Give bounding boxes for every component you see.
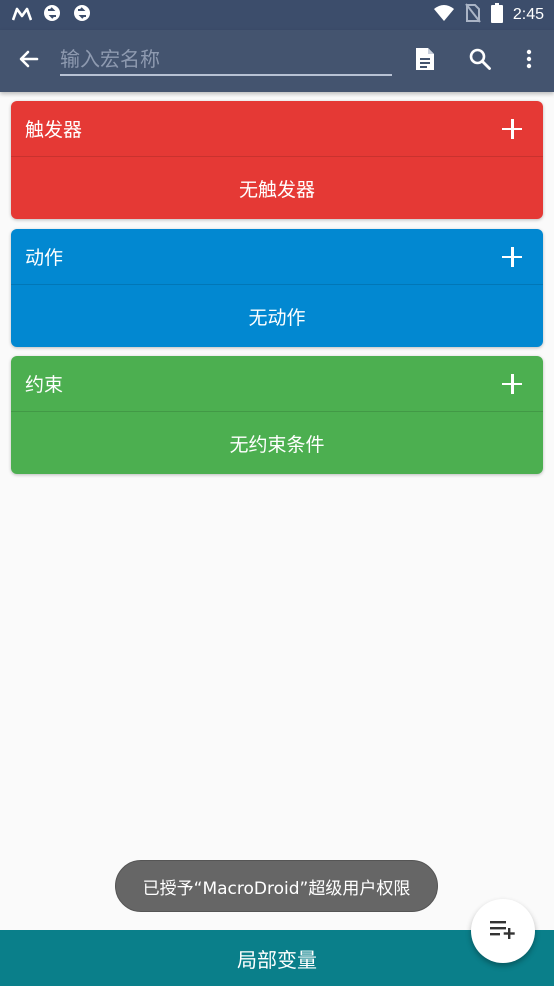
constraints-title: 约束 bbox=[25, 374, 64, 396]
actions-card: 动作 无动作 bbox=[11, 229, 543, 347]
wifi-icon bbox=[433, 4, 455, 26]
document-icon bbox=[415, 47, 435, 75]
triggers-header: 触发器 bbox=[11, 101, 543, 157]
toast-message: 已授予“MacroDroid”超级用户权限 bbox=[115, 860, 438, 912]
status-right-icons: 2:45 bbox=[433, 3, 544, 27]
constraints-empty[interactable]: 无约束条件 bbox=[11, 412, 543, 474]
more-vert-icon bbox=[526, 49, 532, 73]
back-arrow-icon bbox=[17, 47, 41, 75]
search-button[interactable] bbox=[460, 30, 500, 92]
toast-text: 已授予“MacroDroid”超级用户权限 bbox=[142, 878, 411, 899]
status-time: 2:45 bbox=[512, 6, 544, 23]
triggers-title: 触发器 bbox=[25, 119, 83, 141]
add-action-icon[interactable] bbox=[501, 246, 523, 268]
local-variables-label: 局部变量 bbox=[237, 947, 317, 972]
status-left-icons bbox=[11, 3, 92, 27]
add-to-list-button[interactable] bbox=[471, 899, 535, 963]
constraints-empty-text: 无约束条件 bbox=[229, 433, 325, 456]
actions-header: 动作 bbox=[11, 229, 543, 285]
actions-empty[interactable]: 无动作 bbox=[11, 285, 543, 347]
toolbar bbox=[0, 30, 554, 92]
actions-title: 动作 bbox=[25, 247, 64, 269]
no-sim-icon bbox=[465, 3, 481, 27]
constraints-card: 约束 无约束条件 bbox=[11, 356, 543, 474]
sync-icon bbox=[42, 3, 62, 27]
document-button[interactable] bbox=[405, 30, 445, 92]
triggers-empty[interactable]: 无触发器 bbox=[11, 157, 543, 219]
sync-icon bbox=[72, 3, 92, 27]
battery-icon bbox=[490, 3, 503, 27]
more-options-button[interactable] bbox=[509, 30, 549, 92]
back-button[interactable] bbox=[0, 30, 58, 92]
macro-name-field bbox=[60, 44, 392, 76]
triggers-empty-text: 无触发器 bbox=[238, 178, 315, 201]
actions-empty-text: 无动作 bbox=[248, 306, 306, 329]
triggers-card: 触发器 无触发器 bbox=[11, 101, 543, 219]
macro-name-input[interactable] bbox=[60, 44, 392, 74]
playlist-add-icon bbox=[490, 919, 516, 943]
add-constraint-icon[interactable] bbox=[501, 373, 523, 395]
constraints-header: 约束 bbox=[11, 356, 543, 412]
add-trigger-icon[interactable] bbox=[501, 118, 523, 140]
status-bar: 2:45 bbox=[0, 0, 554, 30]
search-icon bbox=[469, 48, 491, 74]
macrodroid-m-icon bbox=[11, 6, 33, 25]
